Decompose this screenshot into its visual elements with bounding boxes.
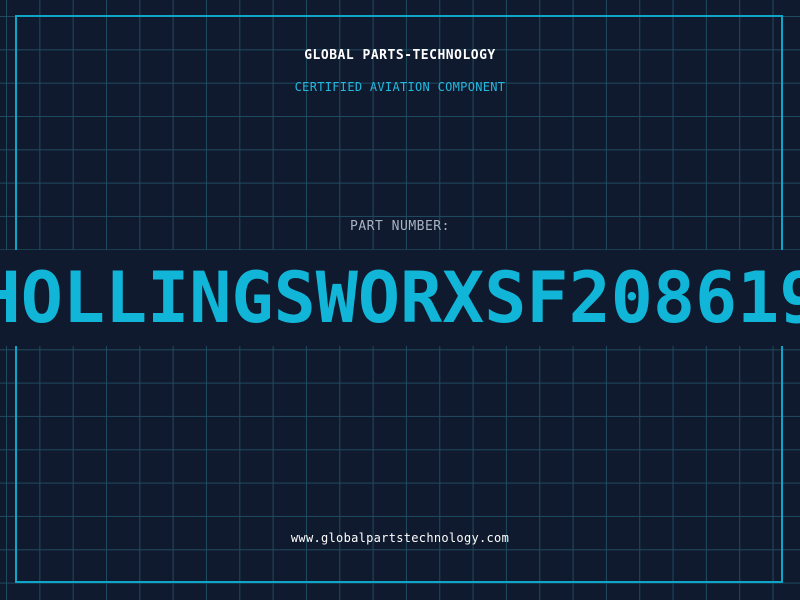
company-name: GLOBAL PARTS-TECHNOLOGY — [304, 48, 496, 63]
part-number-display: HOLLINGSWORXSF208619 — [0, 250, 800, 346]
part-number-value: HOLLINGSWORXSF208619 — [0, 257, 800, 339]
part-number-band: HOLLINGSWORXSF208619 — [0, 250, 800, 346]
certification-subtitle: CERTIFIED AVIATION COMPONENT — [294, 80, 506, 94]
website-link: www.globalpartstechnology.com — [290, 531, 510, 545]
label-screen: GLOBAL PARTS-TECHNOLOGY CERTIFIED AVIATI… — [0, 0, 800, 600]
part-number-label: PART NUMBER: — [350, 219, 450, 234]
